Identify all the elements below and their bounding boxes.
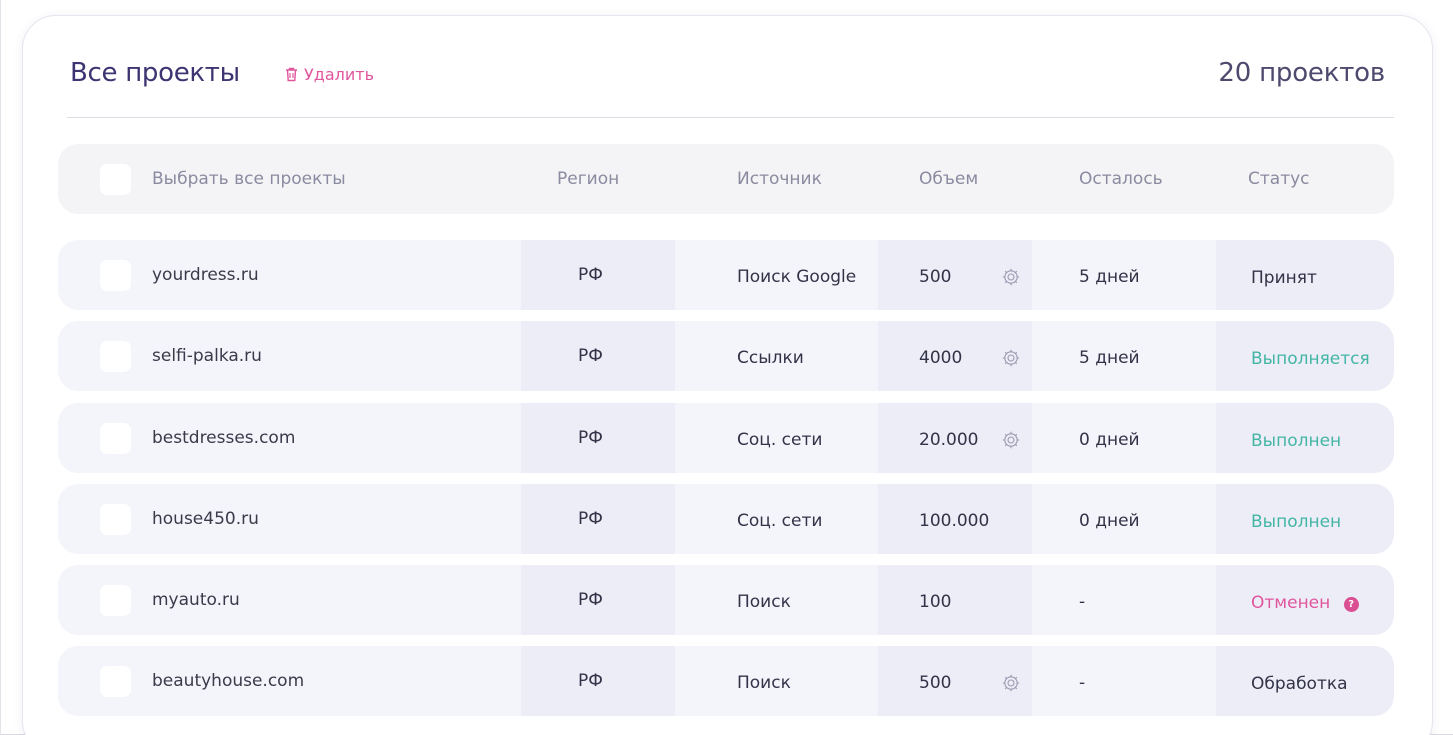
project-remaining: - [1079, 673, 1086, 693]
page-title: Все проекты [70, 58, 240, 88]
project-name: bestdresses.com [152, 428, 296, 448]
row-checkbox[interactable] [100, 585, 131, 616]
delete-button[interactable]: Удалить [284, 62, 374, 86]
project-source: Ссылки [737, 348, 804, 368]
project-region: РФ [578, 590, 603, 610]
column-remaining: Осталось [1079, 169, 1163, 189]
gear-icon[interactable] [1001, 430, 1021, 450]
table-row: beautyhouse.com РФ Поиск 500 - Обработка [58, 646, 1394, 716]
status-label: Выполнен [1251, 512, 1342, 532]
project-volume: 500 [919, 267, 952, 287]
column-source: Источник [737, 169, 822, 189]
row-checkbox[interactable] [100, 341, 131, 372]
project-status: Выполнен [1251, 431, 1341, 451]
volume-column-shade [878, 565, 1032, 635]
project-remaining: - [1079, 592, 1086, 612]
table-row: bestdresses.com РФ Соц. сети 20.000 0 дн… [58, 403, 1394, 473]
project-source: Поиск [737, 592, 791, 612]
status-label: Выполняется [1251, 349, 1370, 369]
table-row: house450.ru РФ Соц. сети 100.000 0 дней … [58, 484, 1394, 554]
status-label: Принят [1251, 268, 1317, 288]
delete-label: Удалить [304, 64, 374, 84]
project-status: Выполняется [1251, 349, 1370, 369]
project-source: Соц. сети [737, 430, 823, 450]
project-status: Выполнен [1251, 512, 1341, 532]
select-all-checkbox[interactable] [100, 164, 131, 195]
project-volume: 20.000 [919, 430, 979, 450]
project-remaining: 5 дней [1079, 267, 1140, 287]
row-checkbox[interactable] [100, 260, 131, 291]
table-row: selfi-palka.ru РФ Ссылки 4000 5 дней Вып… [58, 321, 1394, 391]
table-row: myauto.ru РФ Поиск 100 - Отменен ? [58, 565, 1394, 635]
project-name: beautyhouse.com [152, 671, 305, 691]
projects-header: Все проекты Удалить 20 проектов [67, 50, 1394, 118]
project-name: myauto.ru [152, 590, 240, 610]
project-name: house450.ru [152, 509, 259, 529]
gear-icon[interactable] [1001, 673, 1021, 693]
table-header: Выбрать все проекты Регион Источник Объе… [58, 144, 1394, 214]
column-select-all: Выбрать все проекты [152, 169, 346, 189]
project-status: Принят [1251, 268, 1317, 288]
row-checkbox[interactable] [100, 666, 131, 697]
project-volume: 100 [919, 592, 952, 612]
projects-count: 20 проектов [1218, 58, 1385, 88]
project-remaining: 0 дней [1079, 430, 1140, 450]
project-source: Поиск Google [737, 267, 857, 287]
project-status: Отменен ? [1251, 593, 1359, 613]
project-remaining: 5 дней [1079, 348, 1140, 368]
status-label: Отменен [1251, 593, 1331, 613]
row-checkbox[interactable] [100, 423, 131, 454]
question-icon[interactable]: ? [1343, 597, 1359, 612]
project-volume: 100.000 [919, 511, 990, 531]
project-region: РФ [578, 265, 603, 285]
trash-icon [286, 67, 297, 81]
project-name: yourdress.ru [152, 265, 259, 285]
table-row: yourdress.ru РФ Поиск Google 500 5 дней … [58, 240, 1394, 310]
column-region: Регион [557, 169, 620, 189]
gear-icon[interactable] [1001, 348, 1021, 368]
project-remaining: 0 дней [1079, 511, 1140, 531]
project-region: РФ [578, 671, 603, 691]
column-volume: Объем [919, 169, 979, 189]
gear-icon[interactable] [1001, 267, 1021, 287]
project-volume: 4000 [919, 348, 963, 368]
project-name: selfi-palka.ru [152, 346, 262, 366]
row-checkbox[interactable] [100, 504, 131, 535]
project-region: РФ [578, 509, 603, 529]
status-label: Выполнен [1251, 431, 1342, 451]
project-region: РФ [578, 346, 603, 366]
project-region: РФ [578, 428, 603, 448]
project-status: Обработка [1251, 674, 1348, 694]
project-volume: 500 [919, 673, 952, 693]
project-source: Поиск [737, 673, 791, 693]
status-label: Обработка [1251, 674, 1348, 694]
project-source: Соц. сети [737, 511, 823, 531]
column-status: Статус [1248, 169, 1310, 189]
